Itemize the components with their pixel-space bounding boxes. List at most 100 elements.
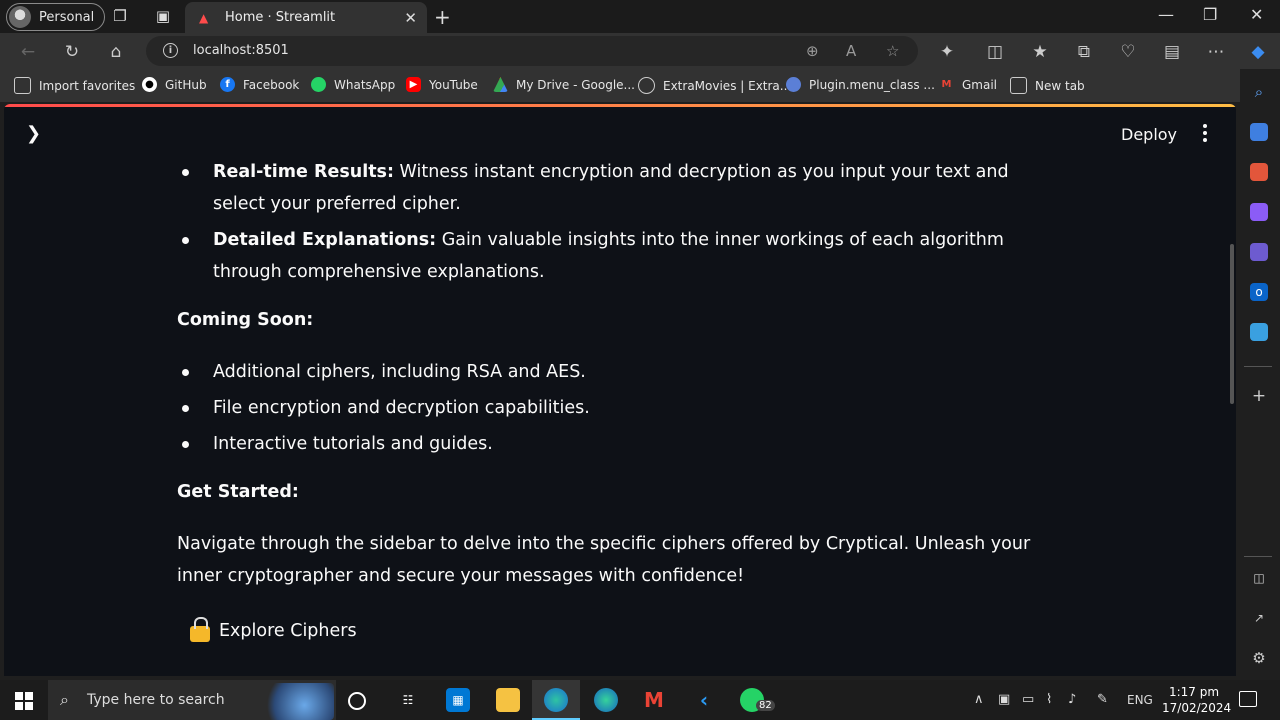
open-external-icon[interactable]: ↗ (1250, 609, 1268, 627)
list-item: Detailed Explanations: Gain valuable ins… (177, 224, 1057, 288)
clock[interactable]: 1:17 pm 17/02/2024 (1162, 684, 1231, 716)
add-sidebar-app-icon[interactable]: + (1250, 387, 1268, 405)
facebook-icon: f (220, 77, 235, 92)
address-toolbar: ← ↻ ⌂ i localhost:8501 ⊕ A ☆ ✦ ◫ ★ ⧉ ♡ ▤… (0, 33, 1280, 69)
restore-icon[interactable]: ❐ (1203, 5, 1217, 24)
windows-start-icon[interactable] (15, 692, 33, 710)
browser-title-bar: Personal ❐ ▣ ▲ Home · Streamlit ✕ + — ❐ … (0, 0, 1280, 33)
collections-icon[interactable]: ⧉ (1074, 42, 1094, 62)
cortana-icon[interactable] (348, 692, 366, 710)
back-icon[interactable]: ← (18, 42, 38, 62)
bookmark-whatsapp[interactable]: WhatsApp (311, 77, 395, 92)
split-screen-icon[interactable]: ◫ (985, 42, 1005, 62)
bookmark-gmail[interactable]: M Gmail (939, 77, 998, 92)
wifi-icon[interactable]: ⌇ (1046, 692, 1052, 707)
clock-time: 1:17 pm (1168, 685, 1220, 699)
task-view-icon[interactable]: ☷ (396, 688, 420, 712)
favorites-icon[interactable]: ★ (1030, 42, 1050, 62)
tools-icon[interactable] (1250, 163, 1268, 181)
whatsapp-icon (311, 77, 326, 92)
movie-reel-icon (638, 77, 655, 94)
pen-icon[interactable]: ✎ (1097, 692, 1108, 707)
bookmark-facebook[interactable]: f Facebook (220, 77, 299, 92)
microsoft-store-icon[interactable]: ▦ (446, 688, 470, 712)
sidebar-divider (1244, 366, 1272, 367)
battery-icon[interactable]: ▭ (1022, 692, 1034, 707)
expand-sidebar-chevron-icon[interactable]: ❯ (26, 123, 41, 144)
profile-label: Personal (39, 9, 95, 25)
page-viewport: ❯ Deploy Real-time Results: Witness inst… (4, 104, 1236, 676)
sidebar-toggle-icon[interactable]: ▤ (1162, 42, 1182, 62)
explore-ciphers-link[interactable]: Explore Ciphers (190, 617, 357, 642)
browser-essentials-icon[interactable]: ♡ (1118, 42, 1138, 62)
gmail-icon[interactable]: M (642, 688, 666, 712)
copilot-icon[interactable]: ◆ (1248, 42, 1268, 62)
sidebar-settings-gear-icon[interactable]: ⚙ (1250, 649, 1268, 667)
bookmark-label: GitHub (165, 77, 207, 92)
tab-actions-icon[interactable]: ▣ (154, 7, 172, 25)
outlook-icon[interactable]: o (1250, 283, 1268, 301)
refresh-icon[interactable]: ↻ (62, 42, 82, 62)
whatsapp-badge: 82 (756, 700, 775, 711)
profile-button[interactable]: Personal (6, 3, 106, 31)
workspaces-icon[interactable]: ❐ (111, 7, 129, 25)
tab-title: Home · Streamlit (225, 10, 336, 25)
language-indicator[interactable]: ENG (1127, 693, 1153, 707)
avatar (9, 6, 31, 28)
games-icon[interactable] (1250, 203, 1268, 221)
meet-icon[interactable]: ▣ (998, 692, 1010, 707)
close-window-icon[interactable]: ✕ (1250, 5, 1263, 24)
vscode-icon[interactable]: ‹ (692, 688, 716, 712)
read-aloud-icon[interactable]: A (846, 42, 856, 60)
explore-ciphers-label: Explore Ciphers (219, 621, 357, 641)
edge-icon[interactable] (594, 688, 618, 712)
bookmark-label: My Drive - Google... (516, 77, 635, 92)
bookmark-label: New tab (1035, 78, 1085, 93)
drop-icon[interactable] (1250, 323, 1268, 341)
site-info-icon[interactable]: i (163, 43, 178, 58)
search-placeholder: Type here to search (87, 692, 225, 708)
show-hidden-icons-chevron-icon[interactable]: ∧ (974, 692, 984, 707)
main-menu-kebab-icon[interactable] (1203, 124, 1209, 145)
settings-more-icon[interactable]: ⋯ (1206, 42, 1226, 62)
bookmark-import-favorites[interactable]: Import favorites (14, 77, 135, 94)
sidebar-divider (1244, 556, 1272, 557)
taskbar-search-box[interactable]: ⌕ Type here to search (48, 680, 336, 720)
volume-icon[interactable]: ♪ (1068, 692, 1076, 707)
import-icon (14, 77, 31, 94)
close-tab-icon[interactable]: ✕ (404, 9, 417, 27)
microsoft-365-icon[interactable] (1250, 243, 1268, 261)
notification-center-icon[interactable] (1239, 691, 1257, 707)
bookmark-my-drive[interactable]: My Drive - Google... (493, 77, 635, 92)
bookmark-extramovies[interactable]: ExtraMovies | Extra... (638, 77, 791, 94)
gmail-icon: M (941, 79, 952, 90)
minimize-icon[interactable]: — (1158, 5, 1174, 24)
bookmark-label: Plugin.menu_class ... (809, 77, 935, 92)
zoom-icon[interactable]: ⊕ (806, 42, 819, 60)
unlock-icon (190, 617, 210, 642)
bookmark-label: WhatsApp (334, 77, 396, 92)
hide-sidebar-icon[interactable]: ◫ (1250, 569, 1268, 587)
edge-active-icon[interactable] (544, 688, 568, 712)
deploy-button[interactable]: Deploy (1121, 125, 1177, 144)
extensions-icon[interactable]: ✦ (937, 42, 957, 62)
page-scrollbar[interactable] (1230, 244, 1234, 404)
home-icon[interactable]: ⌂ (106, 42, 126, 62)
windows-taskbar: ⌕ Type here to search ☷ ▦ M ‹ 82 ∧ ▣ ▭ ⌇… (0, 680, 1280, 720)
bookmark-label: Gmail (962, 77, 998, 92)
bookmark-label: YouTube (429, 77, 478, 92)
file-explorer-icon[interactable] (496, 688, 520, 712)
bookmark-github[interactable]: ● GitHub (142, 77, 207, 92)
favorite-star-icon[interactable]: ☆ (886, 42, 899, 60)
url-text[interactable]: localhost:8501 (193, 43, 289, 58)
address-bar[interactable]: i localhost:8501 ⊕ A ☆ (146, 36, 918, 66)
edge-sidebar: ⌕ o + ◫ ↗ ⚙ (1240, 69, 1280, 676)
tab-home-streamlit[interactable]: ▲ Home · Streamlit ✕ (185, 2, 427, 33)
youtube-icon: ▶ (406, 77, 421, 92)
bookmark-youtube[interactable]: ▶ YouTube (406, 77, 478, 92)
bookmark-new-tab[interactable]: New tab (1010, 77, 1085, 94)
shopping-icon[interactable] (1250, 123, 1268, 141)
new-tab-plus-icon[interactable]: + (434, 5, 451, 29)
search-icon[interactable]: ⌕ (1250, 83, 1268, 101)
bookmark-plugin-menu-class[interactable]: Plugin.menu_class ... (786, 77, 935, 92)
